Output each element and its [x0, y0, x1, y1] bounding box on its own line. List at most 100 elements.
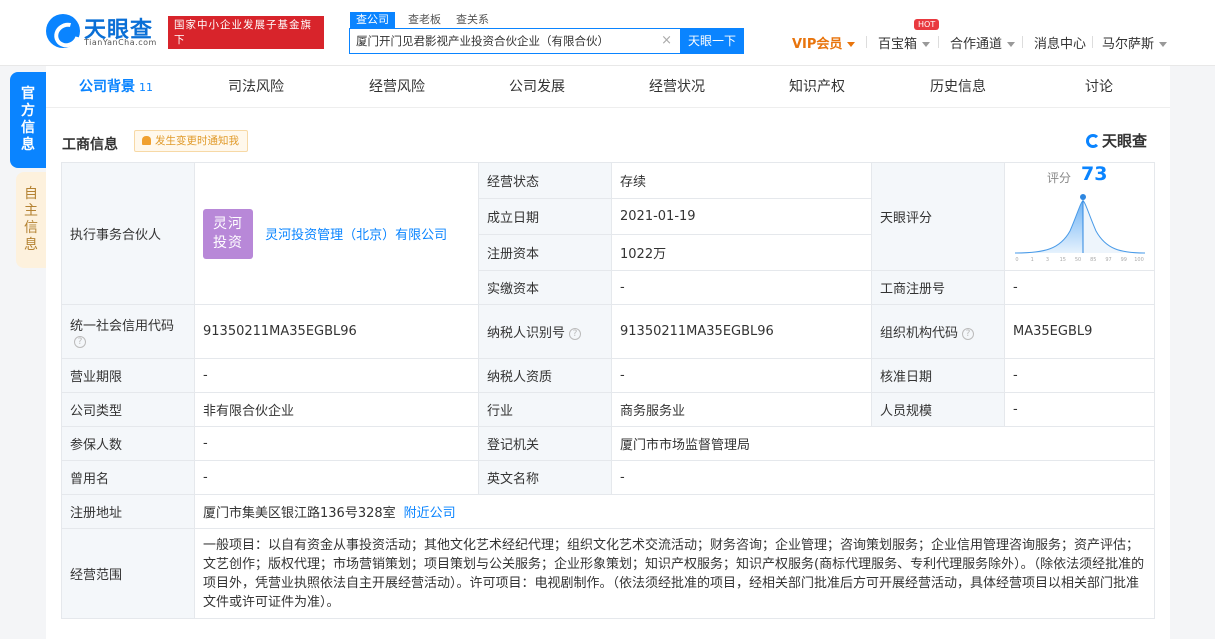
clear-icon[interactable]: × — [661, 33, 672, 48]
top-header: 天眼查 TianYanCha.com 国家中小企业发展子基金旗下 官方备案企业征… — [0, 0, 1215, 66]
score-tick-label: 15 — [1060, 257, 1066, 263]
change-notify-button[interactable]: 发生变更时通知我 — [134, 130, 248, 152]
score-tick-label: 3 — [1046, 257, 1049, 263]
scope-value: 一般项目：以自有资金从事投资活动；其他文化艺术经纪代理；组织文化艺术交流活动；财… — [194, 528, 1155, 619]
user-menu[interactable]: 马尔萨斯 — [1102, 33, 1168, 52]
nav-divider — [866, 36, 867, 48]
channel-label: 合作通道 — [950, 37, 1003, 52]
paid-capital-label: 实缴资本 — [478, 270, 612, 305]
partner-link[interactable]: 灵河投资管理（北京）有限公司 — [265, 228, 447, 243]
official-badge: 国家中小企业发展子基金旗下 官方备案企业征信机构 — [168, 16, 324, 61]
org-code-value: MA35EGBL9 — [1004, 304, 1155, 359]
taxpayer-qual-value: - — [611, 358, 872, 393]
vip-menu[interactable]: VIP会员 — [792, 33, 856, 52]
search-button[interactable]: 天眼一下 — [680, 28, 744, 54]
chevron-down-icon — [1007, 42, 1016, 47]
category-tabs: 公司背景 11 司法风险 经营风险 公司发展 经营状况 知识产权 历史信息 讨论 — [46, 66, 1170, 108]
score-ticks: 0 1 3 15 50 85 97 99 100 — [1015, 257, 1143, 263]
logo-eye-icon — [1086, 134, 1100, 148]
table-row: 经营范围 一般项目：以自有资金从事投资活动；其他文化艺术经纪代理；组织文化艺术交… — [61, 528, 1155, 619]
hot-badge: HOT — [914, 19, 940, 30]
type-value: 非有限合伙企业 — [194, 392, 479, 427]
score-tick-label: 97 — [1105, 257, 1111, 263]
tab-company-background[interactable]: 公司背景 11 — [46, 66, 186, 108]
tab-legal-risk[interactable]: 司法风险 — [186, 66, 326, 108]
score-value: 73 — [1081, 162, 1108, 185]
term-value: - — [194, 358, 479, 393]
address-cell: 厦门市集美区银江路136号328室 附近公司 — [194, 494, 1155, 529]
paid-capital-value: - — [611, 270, 872, 305]
logo-domain: TianYanCha.com — [84, 38, 157, 47]
channel-menu[interactable]: 合作通道 — [950, 33, 1016, 52]
address-label: 注册地址 — [61, 494, 195, 529]
english-value: - — [611, 460, 1155, 495]
score-tick-label: 85 — [1090, 257, 1096, 263]
chevron-down-icon — [922, 42, 931, 47]
side-char: 官 — [21, 86, 35, 102]
taxpayer-id-label: 纳税人识别号 — [487, 326, 566, 341]
side-char: 主 — [24, 203, 38, 219]
search-tab-relation[interactable]: 查关系 — [456, 12, 489, 28]
main-card: 公司背景 11 司法风险 经营风险 公司发展 经营状况 知识产权 历史信息 讨论 … — [46, 66, 1170, 639]
search-tab-company[interactable]: 查公司 — [350, 12, 395, 28]
badge-line2: 官方备案企业征信机构 — [174, 49, 289, 61]
tab-intellectual-property[interactable]: 知识产权 — [747, 66, 887, 108]
staff-value: - — [1004, 392, 1155, 427]
nearby-companies-link[interactable]: 附近公司 — [404, 506, 456, 521]
section-brand: 天眼查 — [1086, 130, 1147, 151]
score-cell[interactable]: 评分 73 0 1 3 15 50 85 97 99 100 — [1004, 162, 1155, 271]
table-row: 注册地址 厦门市集美区银江路136号328室 附近公司 — [61, 494, 1155, 529]
tab-count: 11 — [139, 81, 153, 94]
help-icon[interactable]: ? — [74, 335, 86, 348]
table-row: 公司类型 非有限合伙企业 行业 商务服务业 人员规模 - — [61, 392, 1155, 427]
side-tab-self-info[interactable]: 自 主 信 息 — [16, 172, 46, 268]
help-icon[interactable]: ? — [962, 328, 975, 340]
score-tick-label: 99 — [1121, 257, 1127, 263]
score-widget: 评分 73 0 1 3 15 50 85 97 99 100 — [1005, 162, 1154, 269]
approval-label: 核准日期 — [871, 358, 1005, 393]
badge-line1: 国家中小企业发展子基金旗下 — [174, 19, 312, 46]
industry-label: 行业 — [478, 392, 612, 427]
nav-divider — [1092, 36, 1093, 48]
section-title: 工商信息 — [62, 137, 118, 153]
founded-label: 成立日期 — [478, 198, 612, 235]
english-label: 英文名称 — [478, 460, 612, 495]
treasure-menu[interactable]: 百宝箱 — [878, 33, 931, 52]
tab-discussion[interactable]: 讨论 — [1029, 66, 1169, 108]
staff-label: 人员规模 — [871, 392, 1005, 427]
bell-icon — [142, 136, 151, 145]
search-tab-boss[interactable]: 查老板 — [408, 12, 441, 28]
help-icon[interactable]: ? — [569, 328, 582, 340]
credit-code-label: 统一社会信用代码 — [70, 318, 175, 334]
brand-text: 天眼查 — [1102, 132, 1148, 150]
side-tab-official-info[interactable]: 官 方 信 息 — [10, 72, 46, 168]
tab-operation-risk[interactable]: 经营风险 — [327, 66, 467, 108]
tianyancha-logo[interactable]: 天眼查 TianYanCha.com — [46, 14, 162, 50]
score-distribution-chart: 0 1 3 15 50 85 97 99 100 — [1015, 193, 1145, 263]
credit-code-value: 91350211MA35EGBL96 — [194, 304, 479, 359]
logo-eye-icon — [46, 14, 80, 48]
treasure-label: 百宝箱 — [878, 37, 918, 52]
search-input[interactable] — [350, 29, 660, 53]
org-code-label: 组织机构代码 — [880, 326, 959, 341]
type-label: 公司类型 — [61, 392, 195, 427]
former-value: - — [194, 460, 479, 495]
side-char: 自 — [24, 186, 38, 202]
message-center-link[interactable]: 消息中心 — [1034, 33, 1086, 52]
reg-no-label: 工商注册号 — [871, 270, 1005, 305]
tab-company-development[interactable]: 公司发展 — [467, 66, 607, 108]
partner-avatar: 灵河 投资 — [203, 208, 253, 259]
side-char: 信 — [24, 220, 38, 236]
score-tick-label: 0 — [1015, 257, 1018, 263]
tab-history[interactable]: 历史信息 — [888, 66, 1028, 108]
score-fill — [1015, 200, 1083, 253]
side-char: 息 — [21, 137, 35, 153]
tab-operation-status[interactable]: 经营状况 — [607, 66, 747, 108]
vip-label: VIP会员 — [792, 37, 843, 52]
score-tick-label: 100 — [1134, 257, 1144, 263]
table-row: 执行事务合伙人 灵河 投资 灵河投资管理（北京）有限公司 经营状态 存续 天眼评分… — [61, 162, 1155, 305]
address-value: 厦门市集美区银江路136号328室 — [203, 506, 396, 521]
reg-capital-value: 1022万 — [611, 234, 872, 271]
score-caption: 评分 — [1047, 170, 1072, 185]
authority-value: 厦门市市场监督管理局 — [611, 426, 1155, 461]
